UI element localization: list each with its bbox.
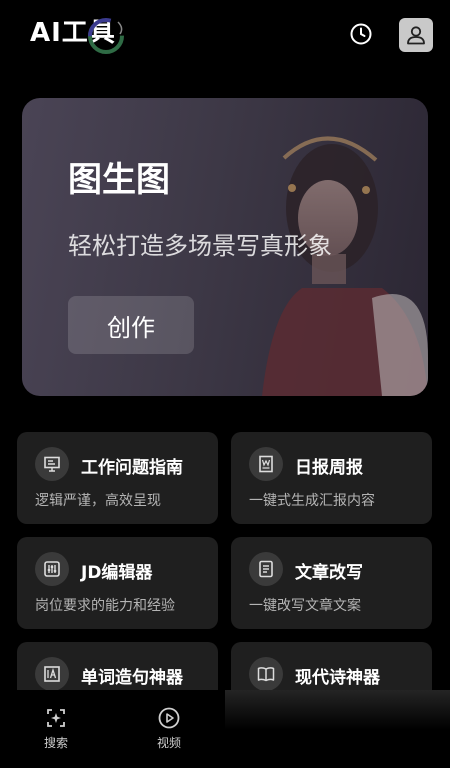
card-description: 一键式生成汇报内容 xyxy=(249,493,375,509)
tab-video[interactable]: 视频 xyxy=(139,706,199,751)
document-icon xyxy=(249,552,283,586)
card-description: 一键改写文章文案 xyxy=(249,598,361,614)
card-description: 岗位要求的能力和经验 xyxy=(35,598,175,614)
sparkle-search-icon xyxy=(47,709,65,727)
tab-search[interactable]: 搜索 xyxy=(26,706,86,751)
card-title: 日报周报 xyxy=(295,458,363,478)
tool-card-daily-report[interactable]: 日报周报 一键式生成汇报内容 xyxy=(231,432,432,524)
sliders-icon xyxy=(35,552,69,586)
presentation-icon xyxy=(35,447,69,481)
banner-title: 图生图 xyxy=(68,160,170,200)
header: AI工具 xyxy=(0,0,450,70)
bottom-tab-bar: 搜索 视频 xyxy=(0,690,450,768)
tab-label: 视频 xyxy=(156,736,181,750)
card-title: 工作问题指南 xyxy=(81,458,183,478)
book-icon xyxy=(249,657,283,691)
clock-icon xyxy=(350,23,372,45)
banner-subtitle: 轻松打造多场景写真形象 xyxy=(68,232,332,260)
user-icon xyxy=(407,26,425,45)
image-to-image-banner[interactable]: 图生图 轻松打造多场景写真形象 创作 xyxy=(22,98,428,396)
card-title: 现代诗神器 xyxy=(295,668,380,688)
card-description: 逻辑严谨，高效呈现 xyxy=(35,493,161,509)
word-document-icon xyxy=(249,447,283,481)
tool-card-jd-editor[interactable]: JD编辑器 岗位要求的能力和经验 xyxy=(17,537,218,629)
logo-ring-icon xyxy=(88,18,124,54)
image-text-icon xyxy=(35,657,69,691)
tab-bar-fade xyxy=(225,690,450,730)
play-circle-icon xyxy=(158,707,180,729)
tool-card-article-rewrite[interactable]: 文章改写 一键改写文章文案 xyxy=(231,537,432,629)
history-button[interactable] xyxy=(345,18,377,50)
card-title: JD编辑器 xyxy=(81,563,153,583)
profile-button[interactable] xyxy=(399,18,433,52)
tool-card-work-guide[interactable]: 工作问题指南 逻辑严谨，高效呈现 xyxy=(17,432,218,524)
card-title: 文章改写 xyxy=(295,563,363,583)
card-title: 单词造句神器 xyxy=(81,668,183,688)
create-button[interactable]: 创作 xyxy=(68,296,194,354)
tab-label: 搜索 xyxy=(43,736,68,750)
